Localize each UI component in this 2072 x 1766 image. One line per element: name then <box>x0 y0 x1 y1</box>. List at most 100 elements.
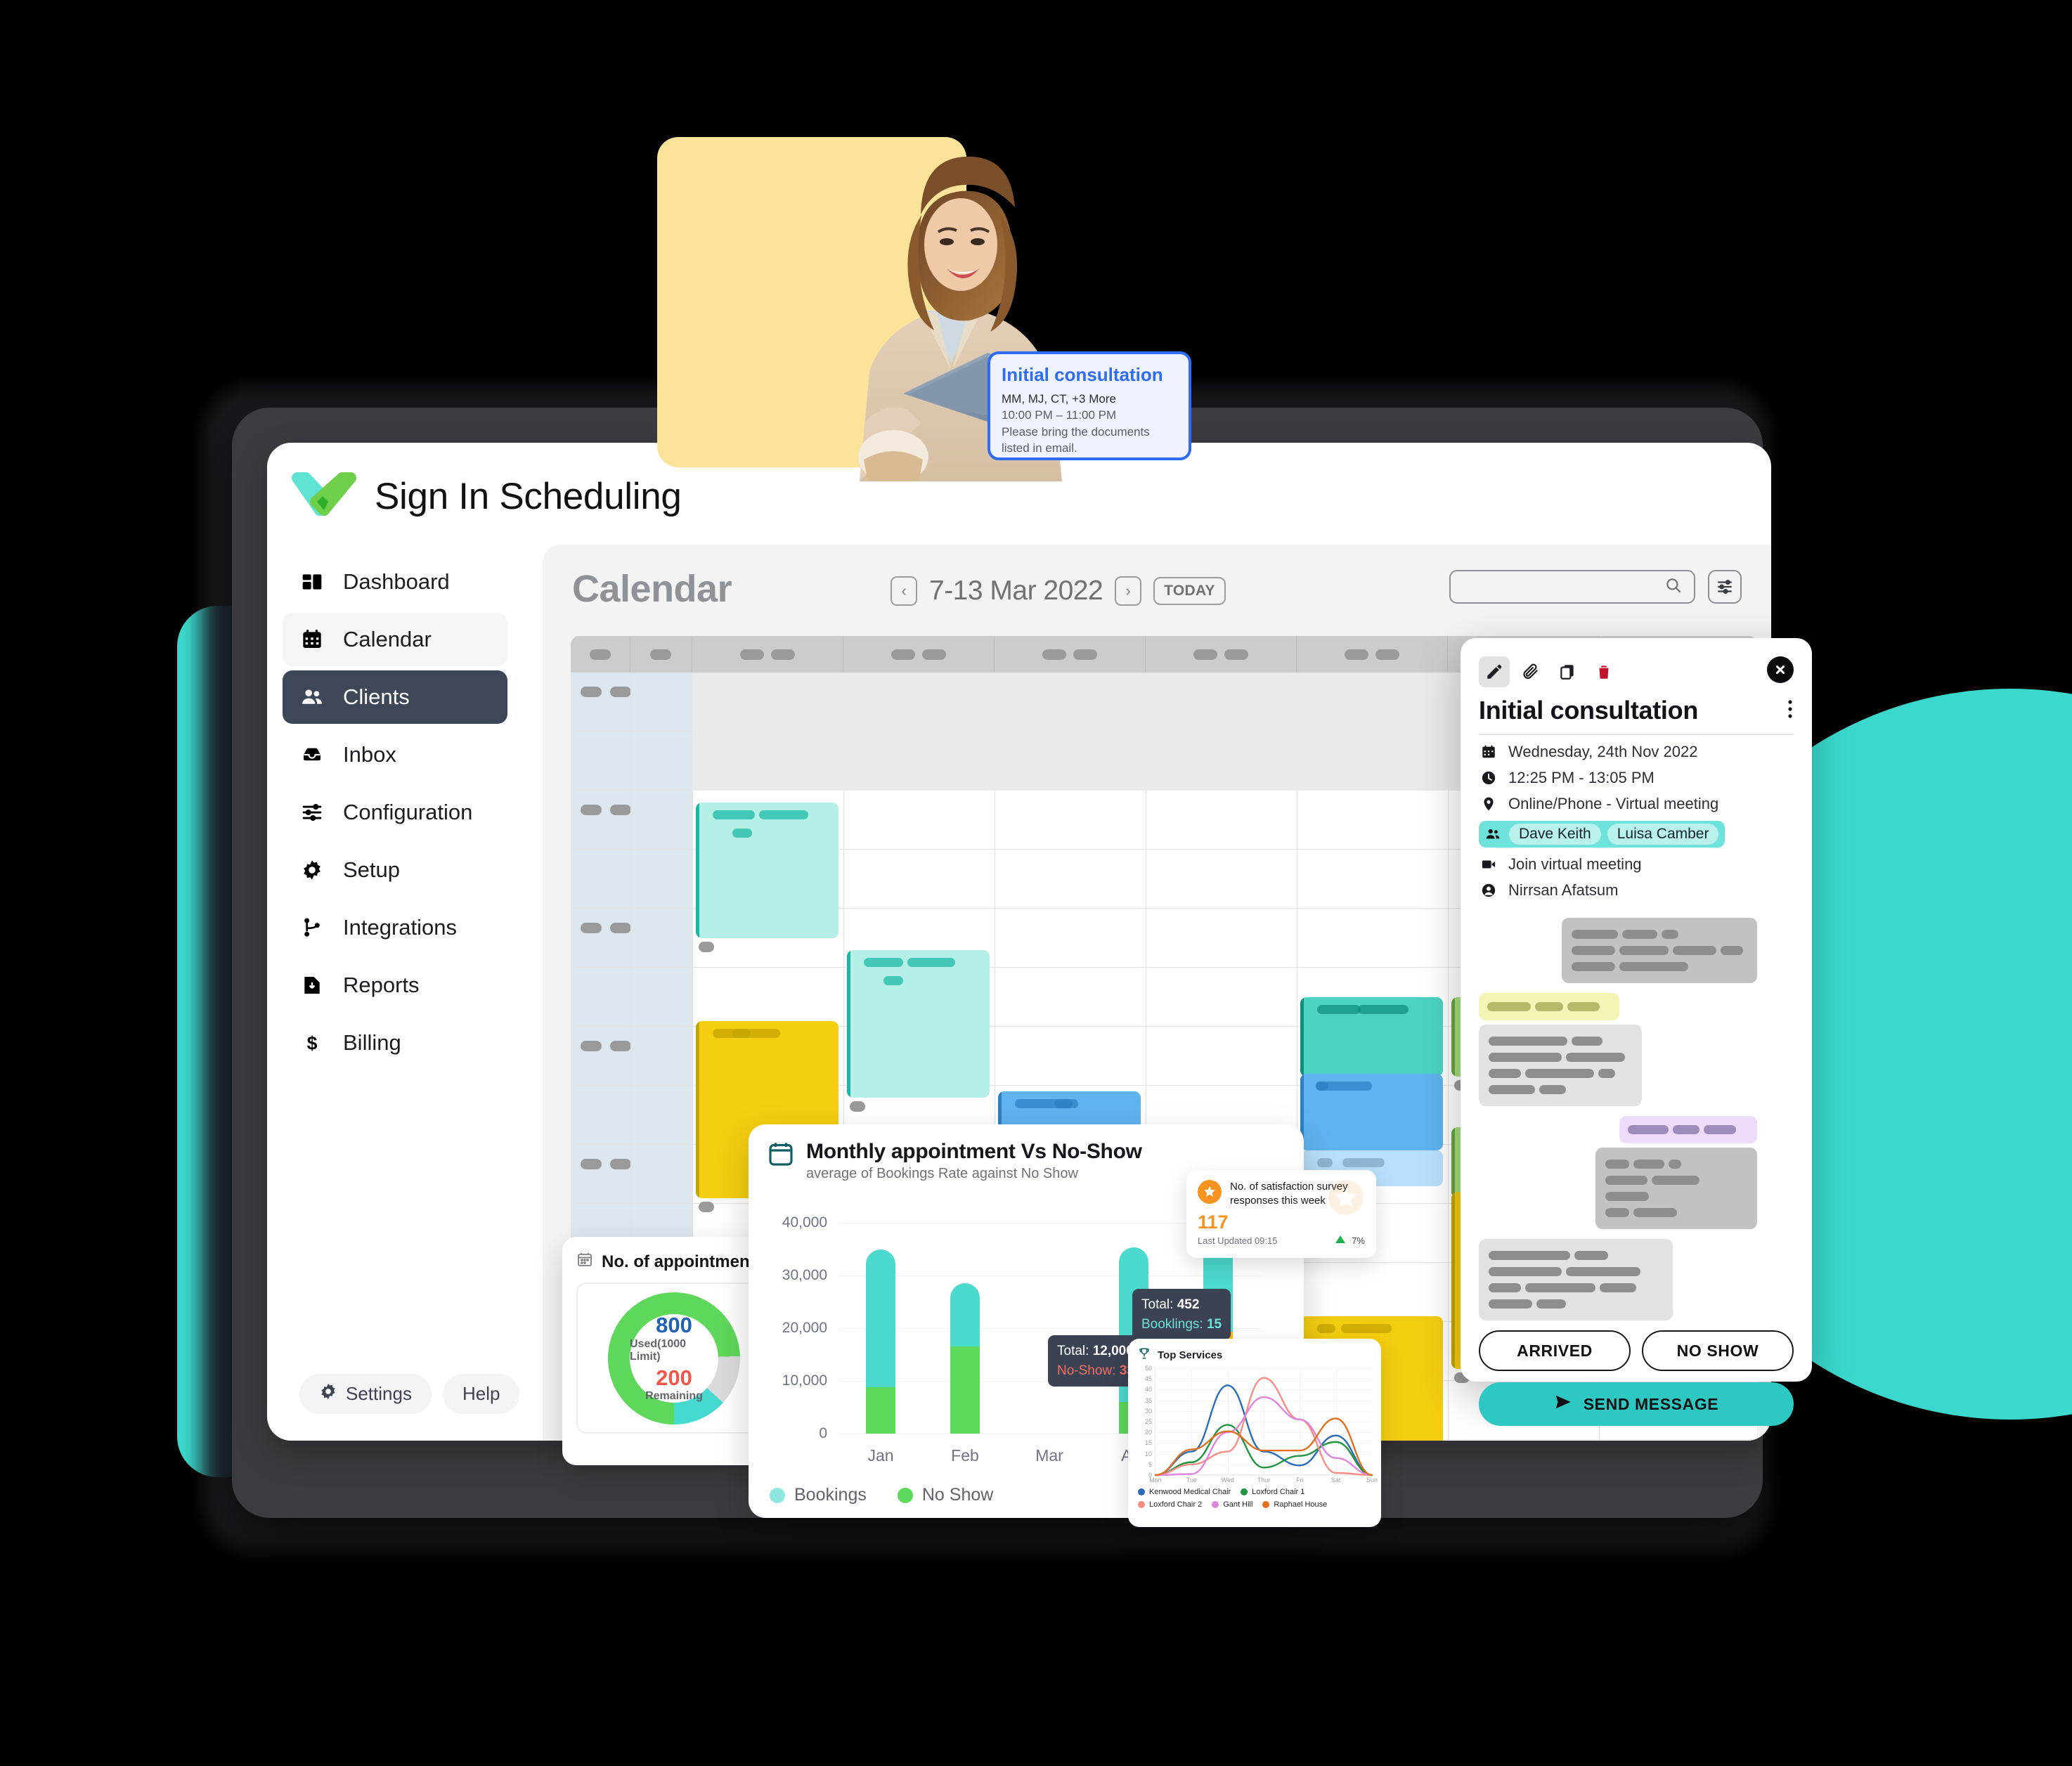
sidebar-item-label: Clients <box>343 684 410 709</box>
sidebar-item-integrations[interactable]: Integrations <box>283 901 507 954</box>
message-placeholder <box>1562 918 1757 983</box>
y-axis-tick: 50 <box>1144 1365 1152 1372</box>
delete-icon[interactable] <box>1588 656 1619 687</box>
date-range-label: 7-13 Mar 2022 <box>929 576 1103 606</box>
search-input[interactable] <box>1449 570 1695 604</box>
y-axis-tick: 10,000 <box>782 1372 827 1389</box>
attendee-chip[interactable]: Luisa Camber <box>1607 824 1719 845</box>
legend-color-dot <box>1138 1501 1145 1508</box>
more-options-icon[interactable] <box>1787 699 1794 723</box>
calendar-appointment[interactable] <box>1300 997 1443 1077</box>
bar-column[interactable]: Feb <box>950 1223 980 1465</box>
line-series <box>1154 1377 1373 1476</box>
day-header[interactable] <box>571 636 630 673</box>
calendar-appointment[interactable] <box>846 949 990 1098</box>
legend-label: Raphael House <box>1274 1500 1328 1509</box>
sidebar-item-calendar[interactable]: Calendar <box>283 613 507 666</box>
sidebar-item-configuration[interactable]: Configuration <box>283 786 507 839</box>
y-axis-tick: 40 <box>1144 1386 1152 1394</box>
calendar-appointment[interactable] <box>1300 1074 1443 1151</box>
attachment-icon[interactable] <box>1515 656 1546 687</box>
day-header[interactable] <box>995 636 1146 673</box>
legend-item[interactable]: Kenwood Medical Chair <box>1138 1488 1231 1496</box>
today-button[interactable]: TODAY <box>1153 577 1226 605</box>
sidebar-item-inbox[interactable]: Inbox <box>283 728 507 781</box>
top-services-title: Top Services <box>1158 1349 1223 1361</box>
sidebar-item-setup[interactable]: Setup <box>283 843 507 897</box>
gear-icon <box>299 857 325 883</box>
day-header[interactable] <box>1146 636 1297 673</box>
tooltip-note-line2: listed in email. <box>1002 441 1077 455</box>
close-icon[interactable] <box>1767 656 1794 683</box>
legend-label: Kenwood Medical Chair <box>1149 1488 1231 1496</box>
day-header[interactable] <box>1297 636 1448 673</box>
calendar-icon <box>576 1251 593 1273</box>
detail-meeting-row[interactable]: Join virtual meeting <box>1479 855 1794 874</box>
time-label <box>581 1159 631 1169</box>
gear-icon <box>319 1382 337 1405</box>
legend-item[interactable]: Raphael House <box>1262 1500 1327 1509</box>
bar-column[interactable]: Jan <box>866 1223 895 1465</box>
detail-time: 12:25 PM - 13:05 PM <box>1508 769 1655 786</box>
sidebar-item-label: Dashboard <box>343 569 450 594</box>
bar-segment-noshow <box>950 1346 980 1434</box>
send-message-button[interactable]: SEND MESSAGE <box>1479 1382 1794 1426</box>
settings-label: Settings <box>346 1383 412 1404</box>
sidebar-item-reports[interactable]: Reports <box>283 959 507 1012</box>
legend-color-dot <box>1138 1488 1145 1495</box>
x-axis-tick: Sun <box>1366 1476 1378 1483</box>
bar-chart-legend: Bookings No Show <box>770 1485 993 1505</box>
help-button[interactable]: Help <box>442 1374 520 1414</box>
legend-item[interactable]: Gant Hill <box>1212 1500 1252 1509</box>
day-header[interactable] <box>692 636 843 673</box>
legend-label: Bookings <box>794 1485 867 1505</box>
satisfaction-survey-card: No. of satisfaction survey responses thi… <box>1186 1170 1376 1258</box>
appointment-text-placeholder <box>732 1028 751 1038</box>
top-services-plot: 0 5 10 15 20 25 30 35 40 45 50 Mon Tue Wed Thur Fri Sat S… <box>1145 1365 1378 1483</box>
y-axis-tick: 45 <box>1144 1375 1152 1383</box>
appointment-text-placeholder <box>1342 1158 1385 1168</box>
legend-item[interactable]: Bookings <box>770 1485 867 1505</box>
edit-icon[interactable] <box>1479 656 1510 687</box>
day-header[interactable] <box>630 636 692 673</box>
no-show-button[interactable]: NO SHOW <box>1642 1330 1794 1371</box>
x-axis-tick: Mon <box>1149 1476 1162 1483</box>
send-message-label: SEND MESSAGE <box>1583 1394 1719 1413</box>
gridline <box>1155 1475 1371 1476</box>
sidebar-item-billing[interactable]: $ Billing <box>283 1016 507 1070</box>
arrived-button[interactable]: ARRIVED <box>1479 1330 1631 1371</box>
legend-item[interactable]: No Show <box>897 1485 993 1505</box>
trend-up-icon <box>1335 1235 1346 1246</box>
bar-chart-subtitle: average of Bookings Rate against No Show <box>806 1166 1078 1181</box>
x-axis-tick: Tue <box>1186 1476 1197 1483</box>
user-icon <box>1479 883 1498 898</box>
appointment-accent-bar <box>695 802 699 938</box>
attendee-chip[interactable]: Dave Keith <box>1509 824 1601 845</box>
calendar-appointment[interactable] <box>695 802 838 938</box>
legend-color-dot <box>1262 1501 1270 1508</box>
appointment-text-placeholder <box>907 957 955 967</box>
filter-button[interactable] <box>1708 570 1742 604</box>
sidebar: Dashboard Calendar Clients Inbox Configu… <box>276 555 514 1074</box>
calendar-date-nav: ‹ 7-13 Mar 2022 › TODAY <box>891 576 1226 606</box>
bar-segment-noshow <box>866 1387 895 1434</box>
sidebar-item-dashboard[interactable]: Dashboard <box>283 555 507 609</box>
message-placeholder <box>1595 1148 1757 1229</box>
dollar-icon: $ <box>299 1030 325 1056</box>
sidebar-item-clients[interactable]: Clients <box>283 670 507 724</box>
copy-icon[interactable] <box>1552 656 1583 687</box>
detail-location: Online/Phone - Virtual meeting <box>1508 795 1719 812</box>
app-logo-icon <box>292 471 356 521</box>
settings-button[interactable]: Settings <box>299 1374 432 1414</box>
y-axis-tick: 0 <box>819 1425 827 1441</box>
calendar-header: Calendar ‹ 7-13 Mar 2022 › TODAY <box>543 545 1771 636</box>
day-header[interactable] <box>843 636 995 673</box>
help-label: Help <box>462 1383 500 1404</box>
next-week-button[interactable]: › <box>1115 576 1142 606</box>
legend-color-dot <box>897 1487 913 1503</box>
legend-item[interactable]: Loxford Chair 1 <box>1241 1488 1304 1496</box>
bar-column[interactable]: Mar <box>1035 1223 1064 1465</box>
legend-item[interactable]: Loxford Chair 2 <box>1138 1500 1202 1509</box>
inbox-icon <box>299 742 325 767</box>
prev-week-button[interactable]: ‹ <box>891 576 917 606</box>
